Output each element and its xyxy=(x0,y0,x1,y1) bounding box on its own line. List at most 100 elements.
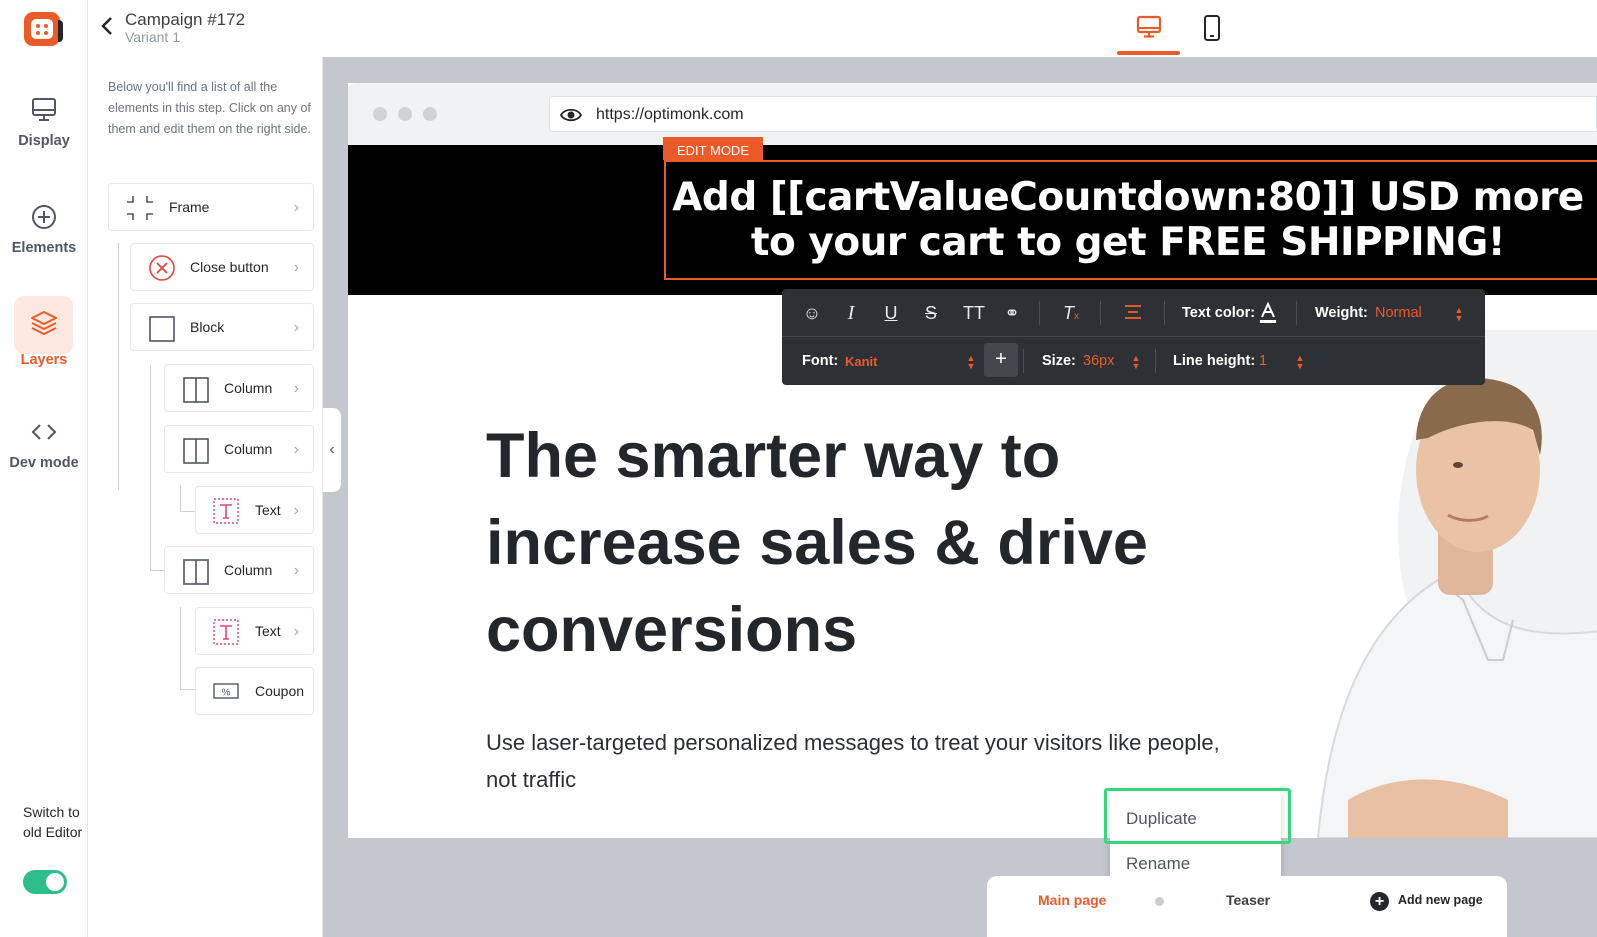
font-select-arrows-icon[interactable]: ▲ ▼ xyxy=(966,354,976,371)
add-new-page-button[interactable]: Add new page xyxy=(1398,893,1483,907)
tree-line xyxy=(180,607,195,690)
tree-line xyxy=(180,485,195,512)
weight-value[interactable]: Normal xyxy=(1375,305,1422,321)
window-dot xyxy=(373,107,387,121)
rail-item-display[interactable]: Display xyxy=(0,95,88,149)
back-arrow-icon[interactable] xyxy=(100,16,114,36)
window-dot xyxy=(398,107,412,121)
tab-main-page[interactable]: Main page xyxy=(1038,892,1106,908)
toolbar-divider xyxy=(1155,349,1156,373)
text-color-label: Text color: xyxy=(1182,305,1256,321)
underline-icon[interactable]: U xyxy=(879,301,903,325)
layer-label: Text xyxy=(255,623,281,639)
banner-text[interactable]: Add [[cartValueCountdown:80]] USD more t… xyxy=(668,175,1588,265)
layer-column[interactable]: Column › xyxy=(164,425,314,473)
page-dot xyxy=(1155,897,1164,906)
column-icon xyxy=(183,377,209,403)
layer-label: Column xyxy=(224,562,273,578)
align-center-icon[interactable] xyxy=(1122,303,1144,321)
rail-item-layers[interactable]: Layers xyxy=(0,296,88,368)
code-icon xyxy=(31,424,57,440)
toolbar-row-1: ☺ I U S TT ⚭ Tx Text color: Weight: Norm… xyxy=(782,289,1485,337)
rail-label-dev-mode: Dev mode xyxy=(9,455,79,471)
uppercase-icon[interactable]: TT xyxy=(959,301,989,325)
layer-label: Coupon xyxy=(255,683,305,699)
strikethrough-icon[interactable]: S xyxy=(919,301,943,325)
layers-panel: Below you'll find a list of all the elem… xyxy=(88,57,323,937)
url-bar[interactable]: https://optimonk.com xyxy=(549,96,1597,132)
chevron-right-icon: › xyxy=(293,199,299,216)
toolbar-divider xyxy=(1100,301,1101,325)
toolbar-divider xyxy=(1039,301,1040,325)
chevron-right-icon: › xyxy=(293,502,299,519)
size-label: Size: xyxy=(1042,353,1076,369)
popup-banner[interactable]: EDIT MODE Add [[cartValueCountdown:80]] … xyxy=(348,137,1597,295)
block-icon xyxy=(149,316,175,342)
rail-label-display: Display xyxy=(18,133,70,149)
layer-close-button[interactable]: Close button › xyxy=(130,243,314,291)
weight-select-arrows-icon[interactable]: ▲ ▼ xyxy=(1454,306,1464,323)
tree-line xyxy=(118,243,130,490)
top-bar: Campaign #172 Variant 1 xyxy=(88,0,1597,57)
text-icon xyxy=(213,498,239,524)
add-page-icon[interactable]: + xyxy=(1370,892,1389,911)
weight-label: Weight: xyxy=(1315,305,1368,321)
device-mobile-button[interactable] xyxy=(1192,0,1232,57)
text-format-toolbar: ☺ I U S TT ⚭ Tx Text color: Weight: Norm… xyxy=(782,289,1485,385)
layer-text[interactable]: Text › xyxy=(195,486,314,534)
add-font-button[interactable]: + xyxy=(984,343,1018,377)
switch-editor-toggle[interactable] xyxy=(23,870,67,894)
layer-column[interactable]: Column › xyxy=(164,364,314,412)
layer-label: Block xyxy=(190,319,225,335)
svg-text:%: % xyxy=(222,688,231,699)
emoji-icon[interactable]: ☺ xyxy=(800,301,824,325)
link-icon[interactable]: ⚭ xyxy=(1000,301,1024,325)
layer-coupon[interactable]: % Coupon xyxy=(195,667,314,715)
clear-format-icon[interactable]: Tx xyxy=(1059,301,1083,325)
hero-subtext[interactable]: Use laser-targeted personalized messages… xyxy=(486,724,1246,798)
rail-item-elements[interactable]: Elements xyxy=(0,202,88,256)
rail-item-dev-mode[interactable]: Dev mode xyxy=(0,417,88,471)
column-icon xyxy=(183,559,209,585)
eye-icon[interactable] xyxy=(560,107,582,123)
rail-label-layers: Layers xyxy=(20,352,68,368)
font-value[interactable]: Kanit xyxy=(845,354,878,369)
size-select-arrows-icon[interactable]: ▲ ▼ xyxy=(1131,354,1141,371)
browser-bar: https://optimonk.com xyxy=(348,83,1597,145)
duplicate-highlight xyxy=(1104,788,1291,844)
chevron-right-icon: › xyxy=(293,319,299,336)
optimonk-logo[interactable] xyxy=(24,12,63,46)
person-photo xyxy=(1316,330,1597,838)
text-color-icon[interactable] xyxy=(1258,301,1278,325)
tree-line xyxy=(150,365,164,571)
line-height-select-arrows-icon[interactable]: ▲ ▼ xyxy=(1295,354,1305,371)
page-tabs-bar: Main page Teaser + Add new page xyxy=(987,876,1507,937)
size-value[interactable]: 36px xyxy=(1083,353,1114,369)
layer-label: Frame xyxy=(169,199,210,215)
device-desktop-button[interactable] xyxy=(1117,0,1180,57)
collapse-panel-button[interactable]: ‹ xyxy=(323,408,341,492)
layer-text[interactable]: Text › xyxy=(195,607,314,655)
switch-editor-label: Switch to old Editor xyxy=(23,804,83,840)
toolbar-divider xyxy=(1296,301,1297,325)
frame-icon xyxy=(127,196,153,220)
font-label: Font: xyxy=(802,353,839,369)
italic-icon[interactable]: I xyxy=(839,301,863,325)
line-height-label: Line height: xyxy=(1173,353,1256,369)
toolbar-divider xyxy=(1023,349,1024,373)
menu-item-rename[interactable]: Rename xyxy=(1126,854,1190,874)
layer-column[interactable]: Column › xyxy=(164,546,314,594)
chevron-right-icon: › xyxy=(293,623,299,640)
plus-circle-icon xyxy=(32,205,56,229)
tab-teaser[interactable]: Teaser xyxy=(1226,892,1270,908)
close-circle-icon xyxy=(149,255,175,281)
rail-label-elements: Elements xyxy=(11,240,77,256)
url-text: https://optimonk.com xyxy=(596,106,744,123)
layer-frame[interactable]: Frame › xyxy=(108,183,314,231)
hero-heading[interactable]: The smarter way to increase sales & driv… xyxy=(486,413,1206,674)
layer-block[interactable]: Block › xyxy=(130,303,314,351)
window-dot xyxy=(423,107,437,121)
line-height-value[interactable]: 1 xyxy=(1259,353,1267,369)
chevron-right-icon: › xyxy=(293,259,299,276)
desktop-icon xyxy=(1136,15,1162,38)
